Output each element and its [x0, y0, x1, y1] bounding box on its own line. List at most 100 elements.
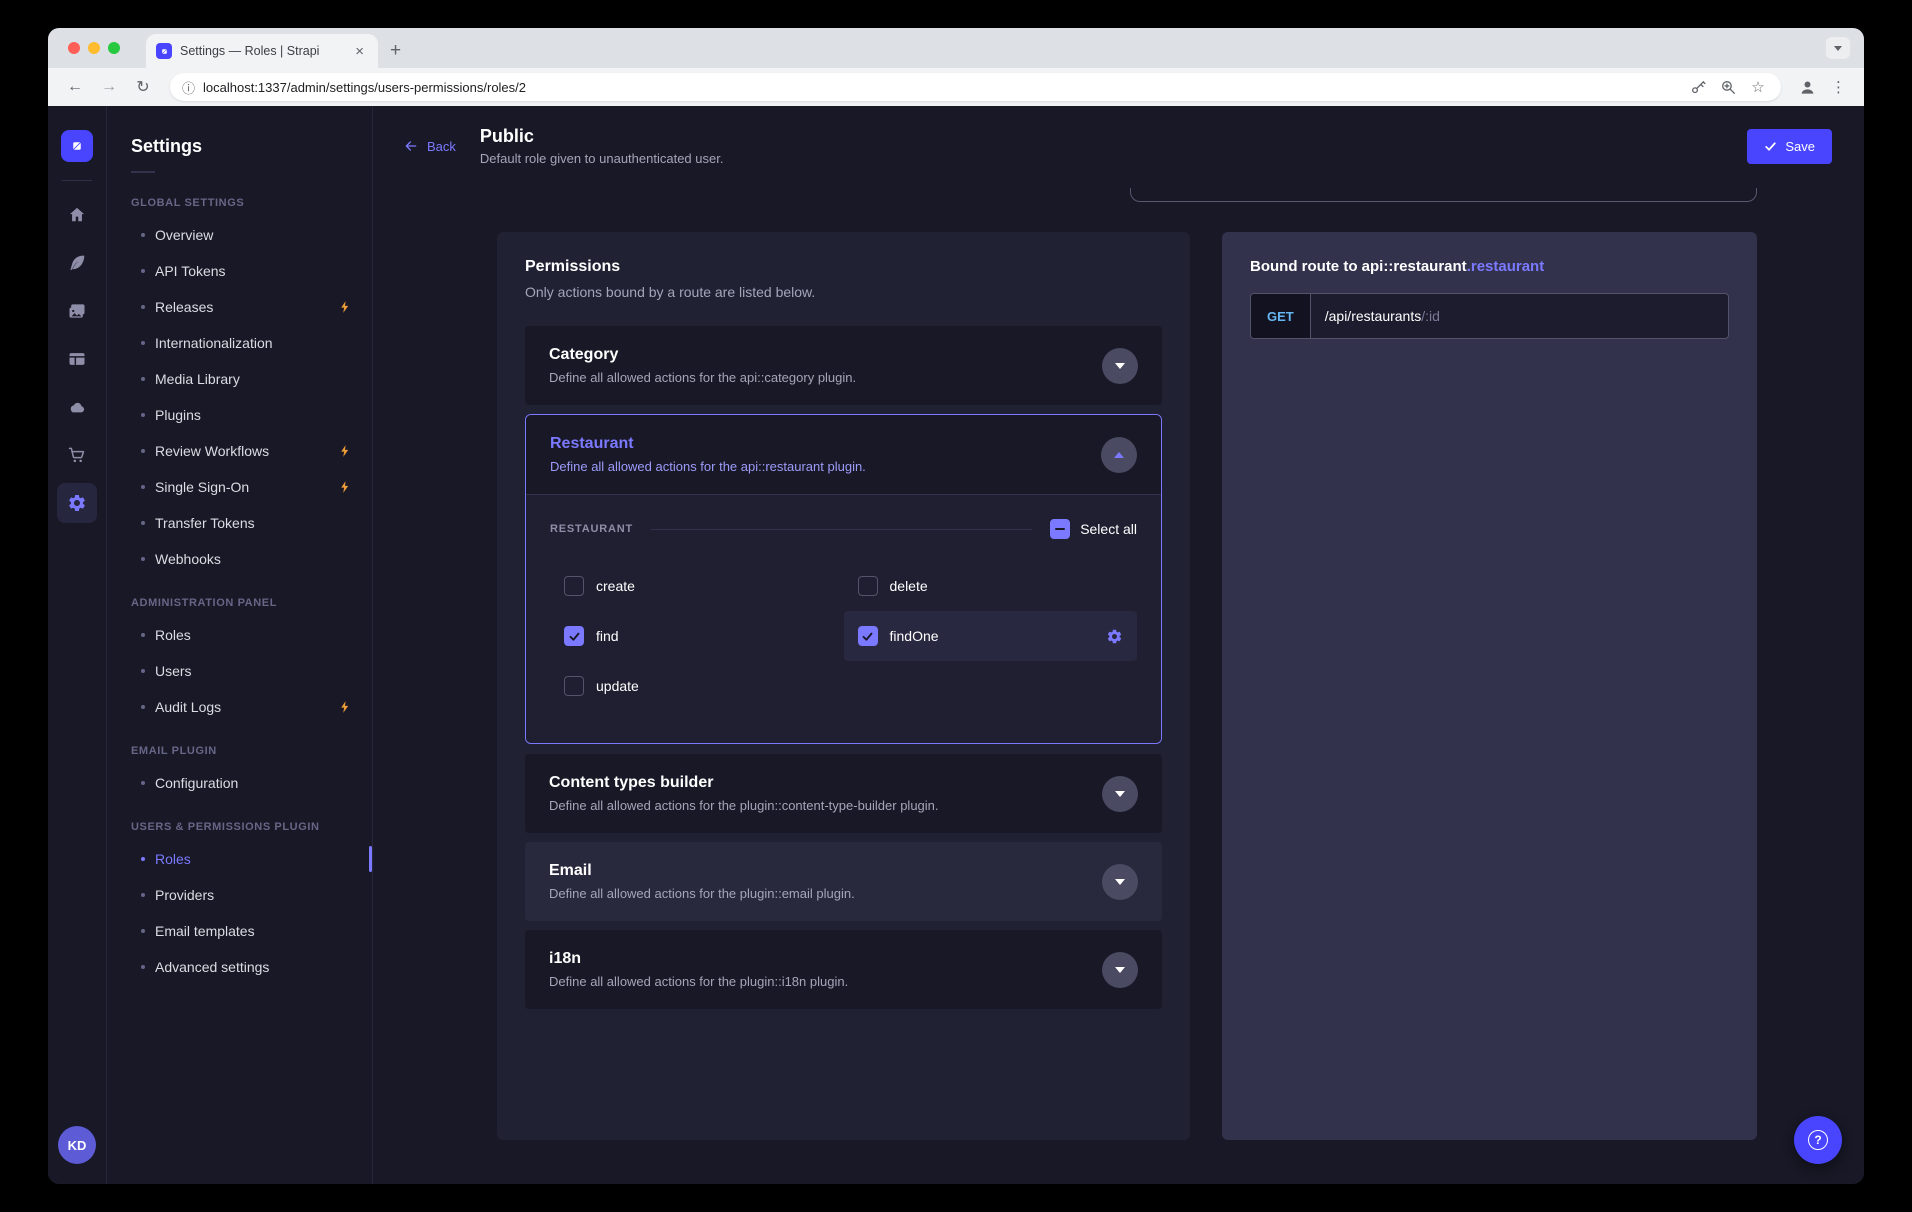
zoom-in-icon[interactable]	[1717, 79, 1739, 96]
action-row-create[interactable]: create	[550, 561, 844, 611]
caption-divider	[651, 529, 1032, 530]
action-settings-gear-icon	[1106, 628, 1123, 645]
accordion-toggle-button[interactable]	[1102, 776, 1138, 812]
reload-icon[interactable]: ↻	[130, 77, 156, 97]
address-bar[interactable]: ⓘ localhost:1337/admin/settings/users-pe…	[170, 73, 1781, 101]
zoom-window-button[interactable]	[108, 42, 120, 54]
actions-grid: create delete findfindOneupdate	[550, 561, 1137, 711]
accordion-header-content-types-builder[interactable]: Content types builderDefine all allowed …	[525, 754, 1162, 833]
browser-window: Settings — Roles | Strapi × + ← → ↻ ⓘ lo…	[48, 28, 1864, 1184]
home-icon[interactable]	[57, 195, 97, 235]
browser-tab[interactable]: Settings — Roles | Strapi ×	[146, 34, 378, 68]
section-caption-row: RESTAURANTSelect all	[550, 519, 1137, 539]
sidebar-item-transfer-tokens[interactable]: Transfer Tokens	[107, 505, 372, 541]
bullet-icon	[141, 377, 145, 381]
sidebar-item-roles[interactable]: Roles	[107, 617, 372, 653]
sidebar-item-advanced-settings[interactable]: Advanced settings	[107, 949, 372, 985]
accordion-toggle-button[interactable]	[1102, 952, 1138, 988]
browser-profile-icon[interactable]	[1795, 75, 1819, 99]
action-row-update[interactable]: update	[550, 661, 844, 711]
content-manager-feather-icon[interactable]	[57, 243, 97, 283]
browser-menu-icon[interactable]: ⋮	[1827, 78, 1850, 96]
marketplace-cart-icon[interactable]	[57, 435, 97, 475]
sidebar-item-releases[interactable]: Releases	[107, 289, 372, 325]
action-checkbox-findone[interactable]	[858, 626, 878, 646]
help-button[interactable]: ?	[1794, 1116, 1842, 1164]
sidebar-item-label: API Tokens	[155, 263, 226, 279]
user-avatar[interactable]: KD	[58, 1126, 96, 1164]
deploy-cloud-icon[interactable]	[57, 387, 97, 427]
forward-icon[interactable]: →	[96, 78, 122, 96]
strapi-logo[interactable]	[61, 130, 93, 162]
accordion-toggle-button[interactable]	[1101, 437, 1137, 473]
action-row-find[interactable]: find	[550, 611, 844, 661]
sidebar-item-webhooks[interactable]: Webhooks	[107, 541, 372, 577]
sidebar-item-label: Advanced settings	[155, 959, 269, 975]
accordion-header-email[interactable]: EmailDefine all allowed actions for the …	[525, 842, 1162, 921]
accordion-header-i18n[interactable]: i18nDefine all allowed actions for the p…	[525, 930, 1162, 1009]
sidebar-item-configuration[interactable]: Configuration	[107, 765, 372, 801]
page-header: Back Public Default role given to unauth…	[373, 106, 1864, 186]
password-key-icon[interactable]	[1687, 79, 1709, 96]
permissions-subtitle: Only actions bound by a route are listed…	[525, 284, 1162, 300]
sidebar-item-media-library[interactable]: Media Library	[107, 361, 372, 397]
sidebar-item-label: Email templates	[155, 923, 255, 939]
accordion-header-category[interactable]: CategoryDefine all allowed actions for t…	[525, 326, 1162, 405]
back-link[interactable]: Back	[403, 138, 456, 154]
accordion-header-restaurant[interactable]: RestaurantDefine all allowed actions for…	[526, 415, 1161, 494]
action-checkbox-update[interactable]	[564, 676, 584, 696]
sidebar-title: Settings	[107, 106, 372, 171]
close-window-button[interactable]	[68, 42, 80, 54]
sidebar-item-users[interactable]: Users	[107, 653, 372, 689]
bolt-badge	[338, 444, 352, 458]
sidebar-item-providers[interactable]: Providers	[107, 877, 372, 913]
bullet-icon	[141, 669, 145, 673]
select-all-checkbox[interactable]	[1050, 519, 1070, 539]
sidebar-item-audit-logs[interactable]: Audit Logs	[107, 689, 372, 725]
save-button[interactable]: Save	[1747, 129, 1832, 164]
action-checkbox-create[interactable]	[564, 576, 584, 596]
bullet-icon	[141, 341, 145, 345]
new-tab-button[interactable]: +	[390, 40, 401, 62]
media-library-icon[interactable]	[57, 291, 97, 331]
bookmark-star-icon[interactable]: ☆	[1747, 78, 1769, 96]
action-row-findone[interactable]: findOne	[844, 611, 1138, 661]
tab-close-icon[interactable]: ×	[351, 42, 368, 61]
sidebar-item-single-sign-on[interactable]: Single Sign-On	[107, 469, 372, 505]
sidebar-section-global-settings: GLOBAL SETTINGSOverviewAPI TokensRelease…	[107, 177, 372, 577]
browser-toolbar: ← → ↻ ⓘ localhost:1337/admin/settings/us…	[48, 68, 1864, 106]
action-settings-button[interactable]	[1106, 628, 1123, 645]
action-row-delete[interactable]: delete	[844, 561, 1138, 611]
page-title: Public	[480, 126, 724, 147]
bolt-badge	[338, 480, 352, 494]
action-label: delete	[890, 578, 928, 594]
sidebar-item-email-templates[interactable]: Email templates	[107, 913, 372, 949]
select-all-control[interactable]: Select all	[1050, 519, 1137, 539]
accordion-title: Content types builder	[549, 774, 939, 792]
sidebar-item-roles[interactable]: Roles	[107, 841, 372, 877]
accordion-description: Define all allowed actions for the api::…	[550, 459, 866, 474]
content-type-builder-icon[interactable]	[57, 339, 97, 379]
accordion-toggle-button[interactable]	[1102, 864, 1138, 900]
back-icon[interactable]: ←	[62, 78, 88, 96]
sidebar-item-review-workflows[interactable]: Review Workflows	[107, 433, 372, 469]
accordion-info: Content types builderDefine all allowed …	[549, 774, 939, 813]
settings-gear-icon[interactable]	[57, 483, 97, 523]
tab-strip: Settings — Roles | Strapi × +	[48, 28, 1864, 68]
tab-search-button[interactable]	[1826, 37, 1850, 59]
minimize-window-button[interactable]	[88, 42, 100, 54]
action-checkbox-delete[interactable]	[858, 576, 878, 596]
sidebar-item-plugins[interactable]: Plugins	[107, 397, 372, 433]
sidebar-item-label: Webhooks	[155, 551, 221, 567]
accordion-toggle-button[interactable]	[1102, 348, 1138, 384]
accordion-info: i18nDefine all allowed actions for the p…	[549, 950, 848, 989]
sidebar-item-api-tokens[interactable]: API Tokens	[107, 253, 372, 289]
site-info-icon[interactable]: ⓘ	[182, 78, 195, 97]
caret-down-icon	[1115, 967, 1125, 973]
sidebar-item-overview[interactable]: Overview	[107, 217, 372, 253]
sidebar-item-internationalization[interactable]: Internationalization	[107, 325, 372, 361]
sidebar-title-divider	[131, 171, 155, 173]
http-method-badge: GET	[1251, 294, 1311, 338]
bullet-icon	[141, 449, 145, 453]
action-checkbox-find[interactable]	[564, 626, 584, 646]
